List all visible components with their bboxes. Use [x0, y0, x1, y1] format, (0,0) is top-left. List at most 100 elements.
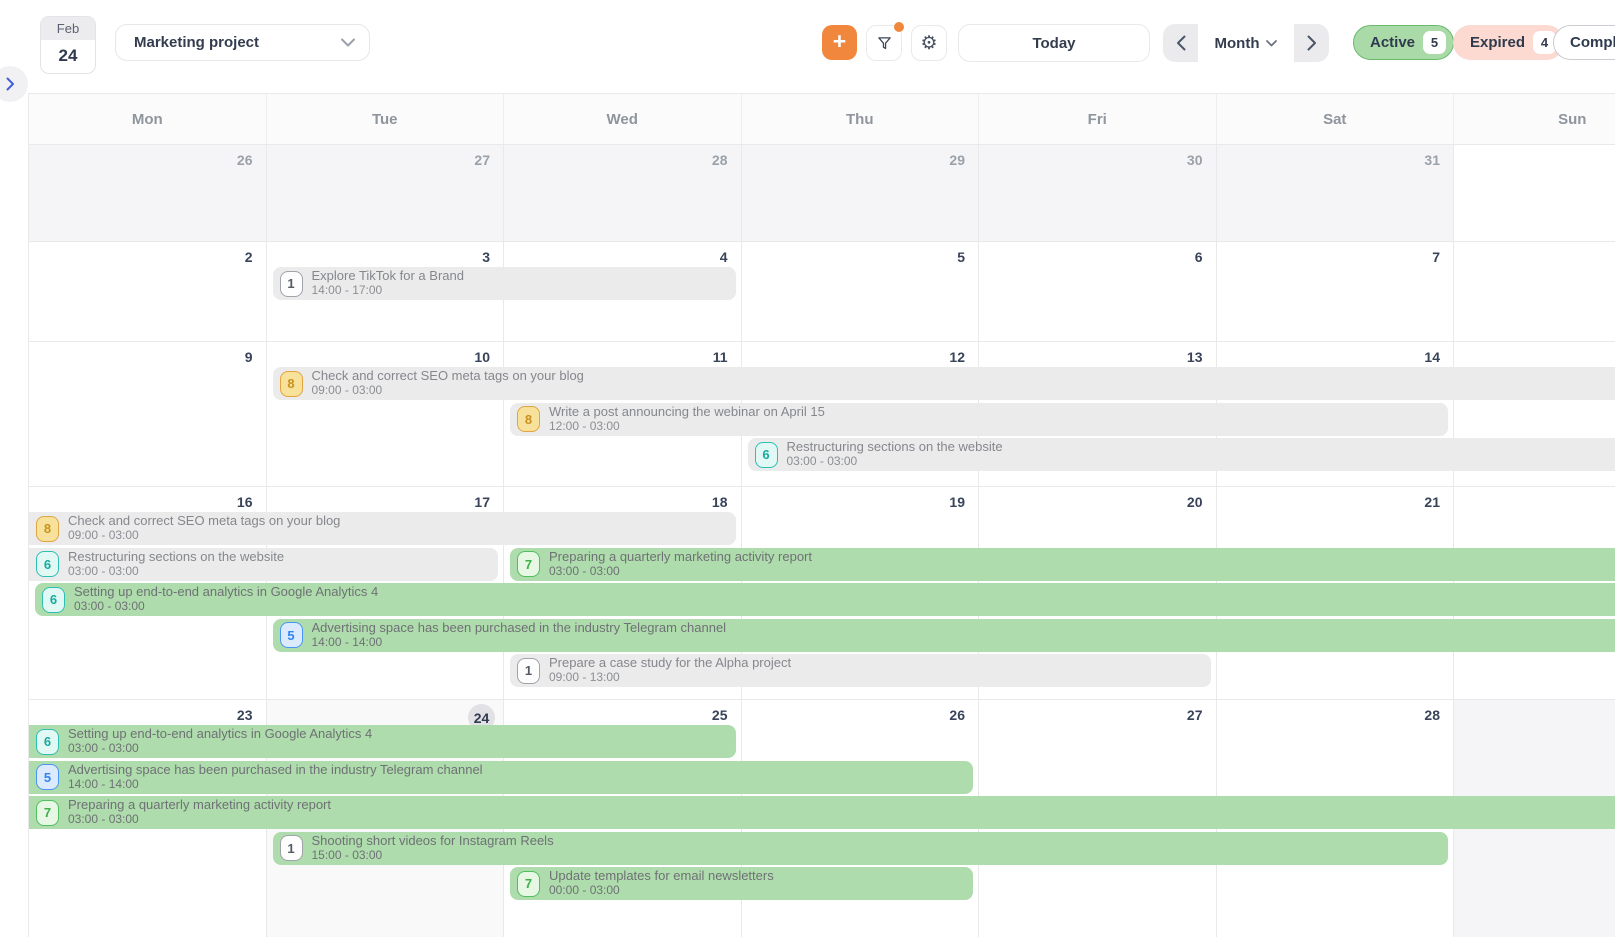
date-number: 11: [713, 349, 728, 365]
event-count-badge: 7: [517, 551, 540, 577]
date-number: 3: [482, 249, 490, 265]
event-bar[interactable]: 7 Preparing a quarterly marketing activit…: [29, 796, 1615, 829]
event-title: Preparing a quarterly marketing activity…: [549, 550, 812, 565]
event-bar[interactable]: 7 Update templates for email newsletters0…: [510, 867, 973, 900]
event-text: Update templates for email newsletters00…: [549, 869, 774, 898]
date-number: 19: [949, 494, 965, 510]
event-time: 03:00 - 03:00: [68, 565, 284, 579]
event-count-badge: 7: [517, 871, 540, 897]
day-cell[interactable]: 9: [29, 342, 267, 486]
add-task-button[interactable]: +: [822, 25, 857, 60]
day-cell[interactable]: 30: [979, 145, 1217, 241]
day-cell[interactable]: [1454, 145, 1615, 241]
day-cell[interactable]: 6: [979, 242, 1217, 341]
event-bar[interactable]: 5Advertising space has been purchased in…: [273, 619, 1615, 652]
chevron-right-icon: [1307, 35, 1317, 51]
day-header: Sat: [1217, 94, 1455, 144]
date-number: 31: [1424, 152, 1440, 168]
event-bar[interactable]: 1Shooting short videos for Instagram Ree…: [273, 832, 1449, 865]
day-cell[interactable]: 27: [267, 145, 505, 241]
event-bar[interactable]: 1 Explore TikTok for a Brand14:00 - 17:00: [273, 267, 736, 300]
day-cell[interactable]: 31: [1217, 145, 1455, 241]
filter-pill-expired[interactable]: Expired 4: [1453, 25, 1564, 60]
date-number: 7: [1432, 249, 1440, 265]
filter-button[interactable]: [866, 25, 902, 61]
project-selector[interactable]: Marketing project: [115, 24, 370, 61]
day-cell[interactable]: 7: [1217, 242, 1455, 341]
event-count-badge: 8: [36, 516, 59, 542]
gear-icon: ⚙: [920, 32, 937, 55]
event-time: 12:00 - 03:00: [549, 420, 825, 434]
date-number: 29: [949, 152, 965, 168]
day-header: Mon: [29, 94, 267, 144]
date-number: 20: [1187, 494, 1203, 510]
settings-button[interactable]: ⚙: [911, 25, 947, 61]
prev-period-button[interactable]: [1163, 24, 1198, 62]
day-cell[interactable]: [1454, 242, 1615, 341]
day-cell[interactable]: 2: [29, 242, 267, 341]
event-text: Preparing a quarterly marketing activity…: [68, 798, 331, 827]
day-cell[interactable]: 26: [29, 145, 267, 241]
current-month-label: Feb: [41, 17, 95, 40]
date-number: 21: [1424, 494, 1440, 510]
event-title: Restructuring sections on the website: [68, 550, 284, 565]
day-cell[interactable]: 5: [742, 242, 980, 341]
event-bar[interactable]: 8 Check and correct SEO meta tags on your…: [29, 512, 736, 545]
chevron-right-icon: [6, 77, 15, 91]
event-text: Restructuring sections on the website03:…: [787, 440, 1003, 469]
day-cell[interactable]: 28: [504, 145, 742, 241]
date-number: 9: [245, 349, 253, 365]
event-title: Check and correct SEO meta tags on your …: [68, 514, 340, 529]
filter-pill-active[interactable]: Active 5: [1353, 25, 1454, 60]
event-bar[interactable]: 8Write a post announcing the webinar on …: [510, 403, 1448, 436]
day-of-week-header: Mon Tue Wed Thu Fri Sat Sun: [29, 93, 1615, 145]
view-selector[interactable]: Month: [1198, 24, 1294, 62]
current-day-label: 24: [41, 40, 95, 72]
event-bar[interactable]: 6Restructuring sections on the website03…: [29, 548, 498, 581]
event-count-badge: 5: [36, 764, 59, 790]
event-count-badge: 8: [280, 371, 303, 397]
next-period-button[interactable]: [1294, 24, 1329, 62]
event-count-badge: 6: [755, 442, 778, 468]
day-cell[interactable]: 29: [742, 145, 980, 241]
day-header: Fri: [979, 94, 1217, 144]
month-calendar: Mon Tue Wed Thu Fri Sat Sun 262728293031…: [28, 93, 1615, 937]
event-bar[interactable]: 7 Preparing a quarterly marketing activit…: [510, 548, 1615, 581]
sidebar-expand-button[interactable]: [0, 66, 28, 102]
chevron-down-icon: [341, 38, 355, 47]
event-title: Explore TikTok for a Brand: [312, 269, 464, 284]
event-bar[interactable]: 6Setting up end-to-end analytics in Goog…: [35, 583, 1615, 616]
event-title: Restructuring sections on the website: [787, 440, 1003, 455]
date-number: 18: [712, 494, 728, 510]
event-time: 14:00 - 14:00: [68, 778, 483, 792]
event-text: Preparing a quarterly marketing activity…: [549, 550, 812, 579]
date-number: 4: [720, 249, 728, 265]
day-header: Sun: [1454, 94, 1615, 144]
date-number: 27: [474, 152, 490, 168]
event-text: Setting up end-to-end analytics in Googl…: [74, 585, 378, 614]
event-time: 03:00 - 03:00: [549, 565, 812, 579]
event-bar[interactable]: 6Setting up end-to-end analytics in Goog…: [29, 725, 736, 758]
date-number: 13: [1187, 349, 1203, 365]
today-button[interactable]: Today: [958, 24, 1150, 62]
event-time: 00:00 - 03:00: [549, 884, 774, 898]
event-bar[interactable]: 6 Restructuring sections on the website03…: [748, 438, 1615, 471]
chevron-left-icon: [1176, 35, 1186, 51]
event-count-badge: 8: [517, 406, 540, 432]
event-text: Check and correct SEO meta tags on your …: [68, 514, 340, 543]
event-text: Explore TikTok for a Brand14:00 - 17:00: [312, 269, 464, 298]
date-number: 10: [474, 349, 490, 365]
event-count-badge: 1: [280, 271, 303, 297]
filter-pill-label: Completed: [1570, 34, 1615, 51]
event-title: Setting up end-to-end analytics in Googl…: [74, 585, 378, 600]
event-time: 03:00 - 03:00: [787, 455, 1003, 469]
filter-pill-count: 5: [1423, 31, 1446, 54]
event-count-badge: 7: [36, 800, 59, 826]
event-bar[interactable]: 1Prepare a case study for the Alpha proj…: [510, 654, 1211, 687]
event-bar[interactable]: 8Check and correct SEO meta tags on your…: [273, 367, 1615, 400]
filter-pill-completed[interactable]: Completed: [1553, 25, 1615, 60]
date-number: 12: [949, 349, 965, 365]
day-cell[interactable]: 10: [267, 342, 505, 486]
event-bar[interactable]: 5Advertising space has been purchased in…: [29, 761, 973, 794]
event-count-badge: 1: [517, 658, 540, 684]
